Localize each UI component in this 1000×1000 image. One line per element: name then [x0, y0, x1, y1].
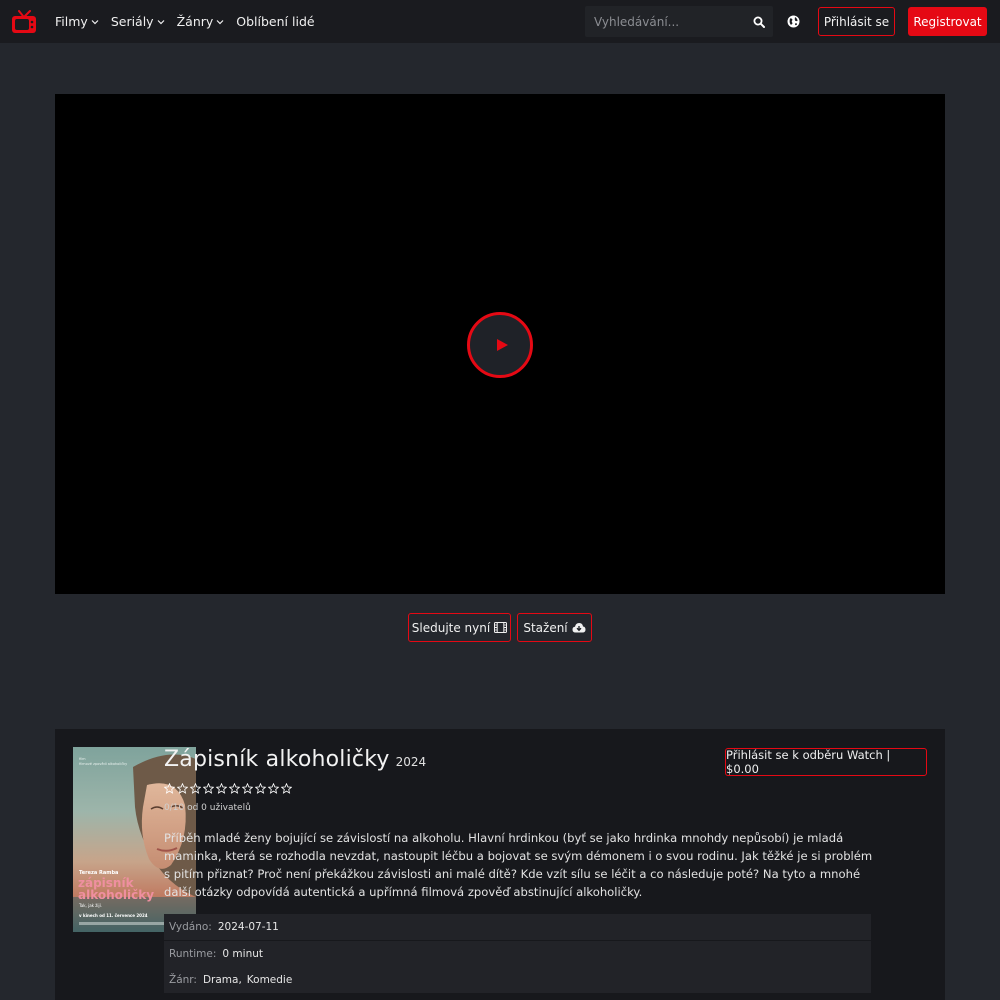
- genre-label: Žánr:: [169, 974, 197, 986]
- nav-genres[interactable]: Žánry: [177, 14, 225, 29]
- poster-tagline: Tak, jak žijí.: [78, 903, 102, 908]
- star-icon[interactable]: [242, 783, 253, 794]
- chevron-down-icon: [91, 19, 99, 24]
- register-button[interactable]: Registrovat: [908, 7, 987, 36]
- chevron-down-icon: [216, 19, 224, 24]
- watch-now-button[interactable]: Sledujte nyní: [408, 613, 511, 642]
- tv-logo-icon[interactable]: [11, 10, 37, 34]
- play-button[interactable]: [467, 312, 533, 378]
- poster-title-line2: alkoholičky: [78, 888, 154, 902]
- download-label: Stažení: [523, 620, 568, 635]
- search-icon: [753, 16, 765, 28]
- movie-year: 2024: [395, 755, 427, 769]
- poster-release-line: v kinech od 11. července 2024: [79, 913, 148, 918]
- released-label: Vydáno:: [169, 921, 212, 933]
- star-icon[interactable]: [255, 783, 266, 794]
- star-icon[interactable]: [281, 783, 292, 794]
- released-value: 2024-07-11: [217, 921, 279, 933]
- nav-movies[interactable]: Filmy: [55, 14, 99, 29]
- main-menu: Filmy Seriály Žánry Oblíbení lidé: [55, 0, 327, 43]
- nav-series-label: Seriály: [110, 14, 154, 29]
- search-box: [585, 6, 773, 37]
- runtime-label: Runtime:: [169, 948, 217, 960]
- rating-summary: 0/10 od 0 uživatelů: [164, 803, 251, 813]
- meta-runtime-row: Runtime: 0 minut: [164, 941, 871, 967]
- nav-genres-label: Žánry: [176, 14, 214, 29]
- meta-genre-row: Žánr: Drama, Komedie: [164, 967, 871, 993]
- star-icon[interactable]: [268, 783, 279, 794]
- genre-link-drama[interactable]: Drama,: [203, 974, 242, 986]
- star-icon[interactable]: [177, 783, 188, 794]
- watch-now-label: Sledujte nyní: [411, 620, 491, 635]
- nav-popular-people[interactable]: Oblíbení lidé: [236, 14, 314, 29]
- search-button[interactable]: [745, 6, 773, 37]
- nav-series[interactable]: Seriály: [111, 14, 165, 29]
- film-icon: [494, 622, 508, 633]
- movie-description: Příběh mladé ženy bojující se závislostí…: [164, 831, 873, 899]
- star-icon[interactable]: [203, 783, 214, 794]
- runtime-value: 0 minut: [222, 948, 263, 960]
- star-icon[interactable]: [229, 783, 240, 794]
- chevron-down-icon: [157, 19, 165, 24]
- login-button[interactable]: Přihlásit se: [818, 7, 895, 36]
- subscribe-watch-button[interactable]: Přihlásit se k odběru Watch | $0.00: [725, 748, 927, 776]
- star-icon[interactable]: [190, 783, 201, 794]
- download-button[interactable]: Stažení: [517, 613, 592, 642]
- star-icon[interactable]: [216, 783, 227, 794]
- genre-link-comedy[interactable]: Komedie: [247, 974, 293, 986]
- cloud-download-icon: [572, 623, 586, 633]
- movie-title-row: Zápisník alkoholičky 2024: [164, 747, 426, 772]
- nav-popular-people-label: Oblíbení lidé: [236, 14, 315, 29]
- movie-title: Zápisník alkoholičky: [164, 747, 390, 772]
- svg-text:filmové zpovědi alkoholičky: filmové zpovědi alkoholičky: [79, 762, 127, 766]
- nav-movies-label: Filmy: [55, 14, 88, 29]
- top-navbar: Filmy Seriály Žánry Oblíbení lidé Přihl: [0, 0, 1000, 43]
- svg-text:film: film: [79, 757, 86, 761]
- globe-icon[interactable]: [787, 15, 800, 28]
- rating-stars[interactable]: [164, 783, 292, 794]
- search-input[interactable]: [585, 6, 745, 37]
- meta-released-row: Vydáno: 2024-07-11: [164, 914, 871, 940]
- star-icon[interactable]: [164, 783, 175, 794]
- play-icon: [496, 339, 508, 351]
